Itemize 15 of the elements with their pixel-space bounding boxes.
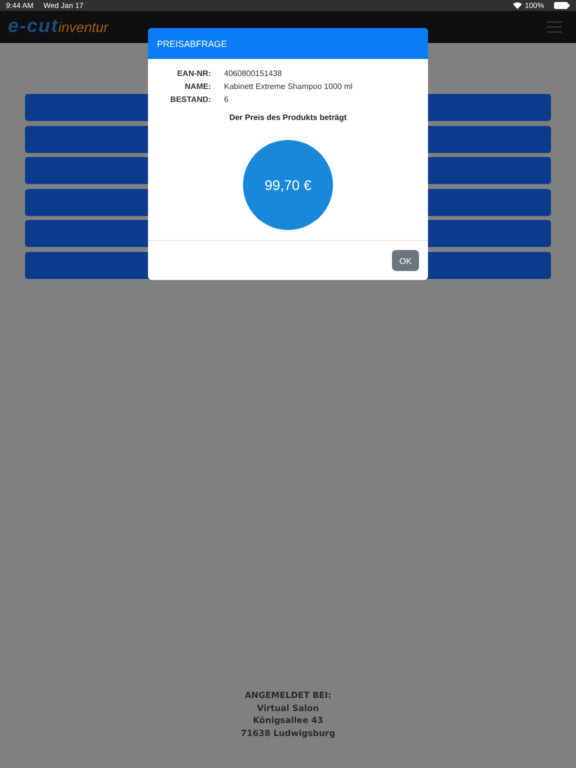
price-circle: 99,70 € [243,140,333,230]
login-info: Königsallee 43 [252,715,324,728]
login-info: Virtual Salon [257,702,319,715]
field-label: EAN-NR: [176,68,211,80]
logo-text: inventur [58,19,108,35]
login-info: 71638 Ludwigsburg [240,728,336,740]
logo-text: e-cut [8,16,58,38]
field-value: 4060800151438 [224,68,283,80]
price-caption: Der Preis des Produkts beträgt [229,113,347,122]
field-value: 6 [224,94,230,106]
login-info: ANGEMELDET BEI: [244,690,332,702]
field-label: NAME: [184,81,211,93]
field-value: Kabinett Extreme Shampoo 1000 ml [224,81,353,93]
dialog-title: PREISABFRAGE [157,38,228,48]
field-label: BESTAND: [169,94,211,106]
